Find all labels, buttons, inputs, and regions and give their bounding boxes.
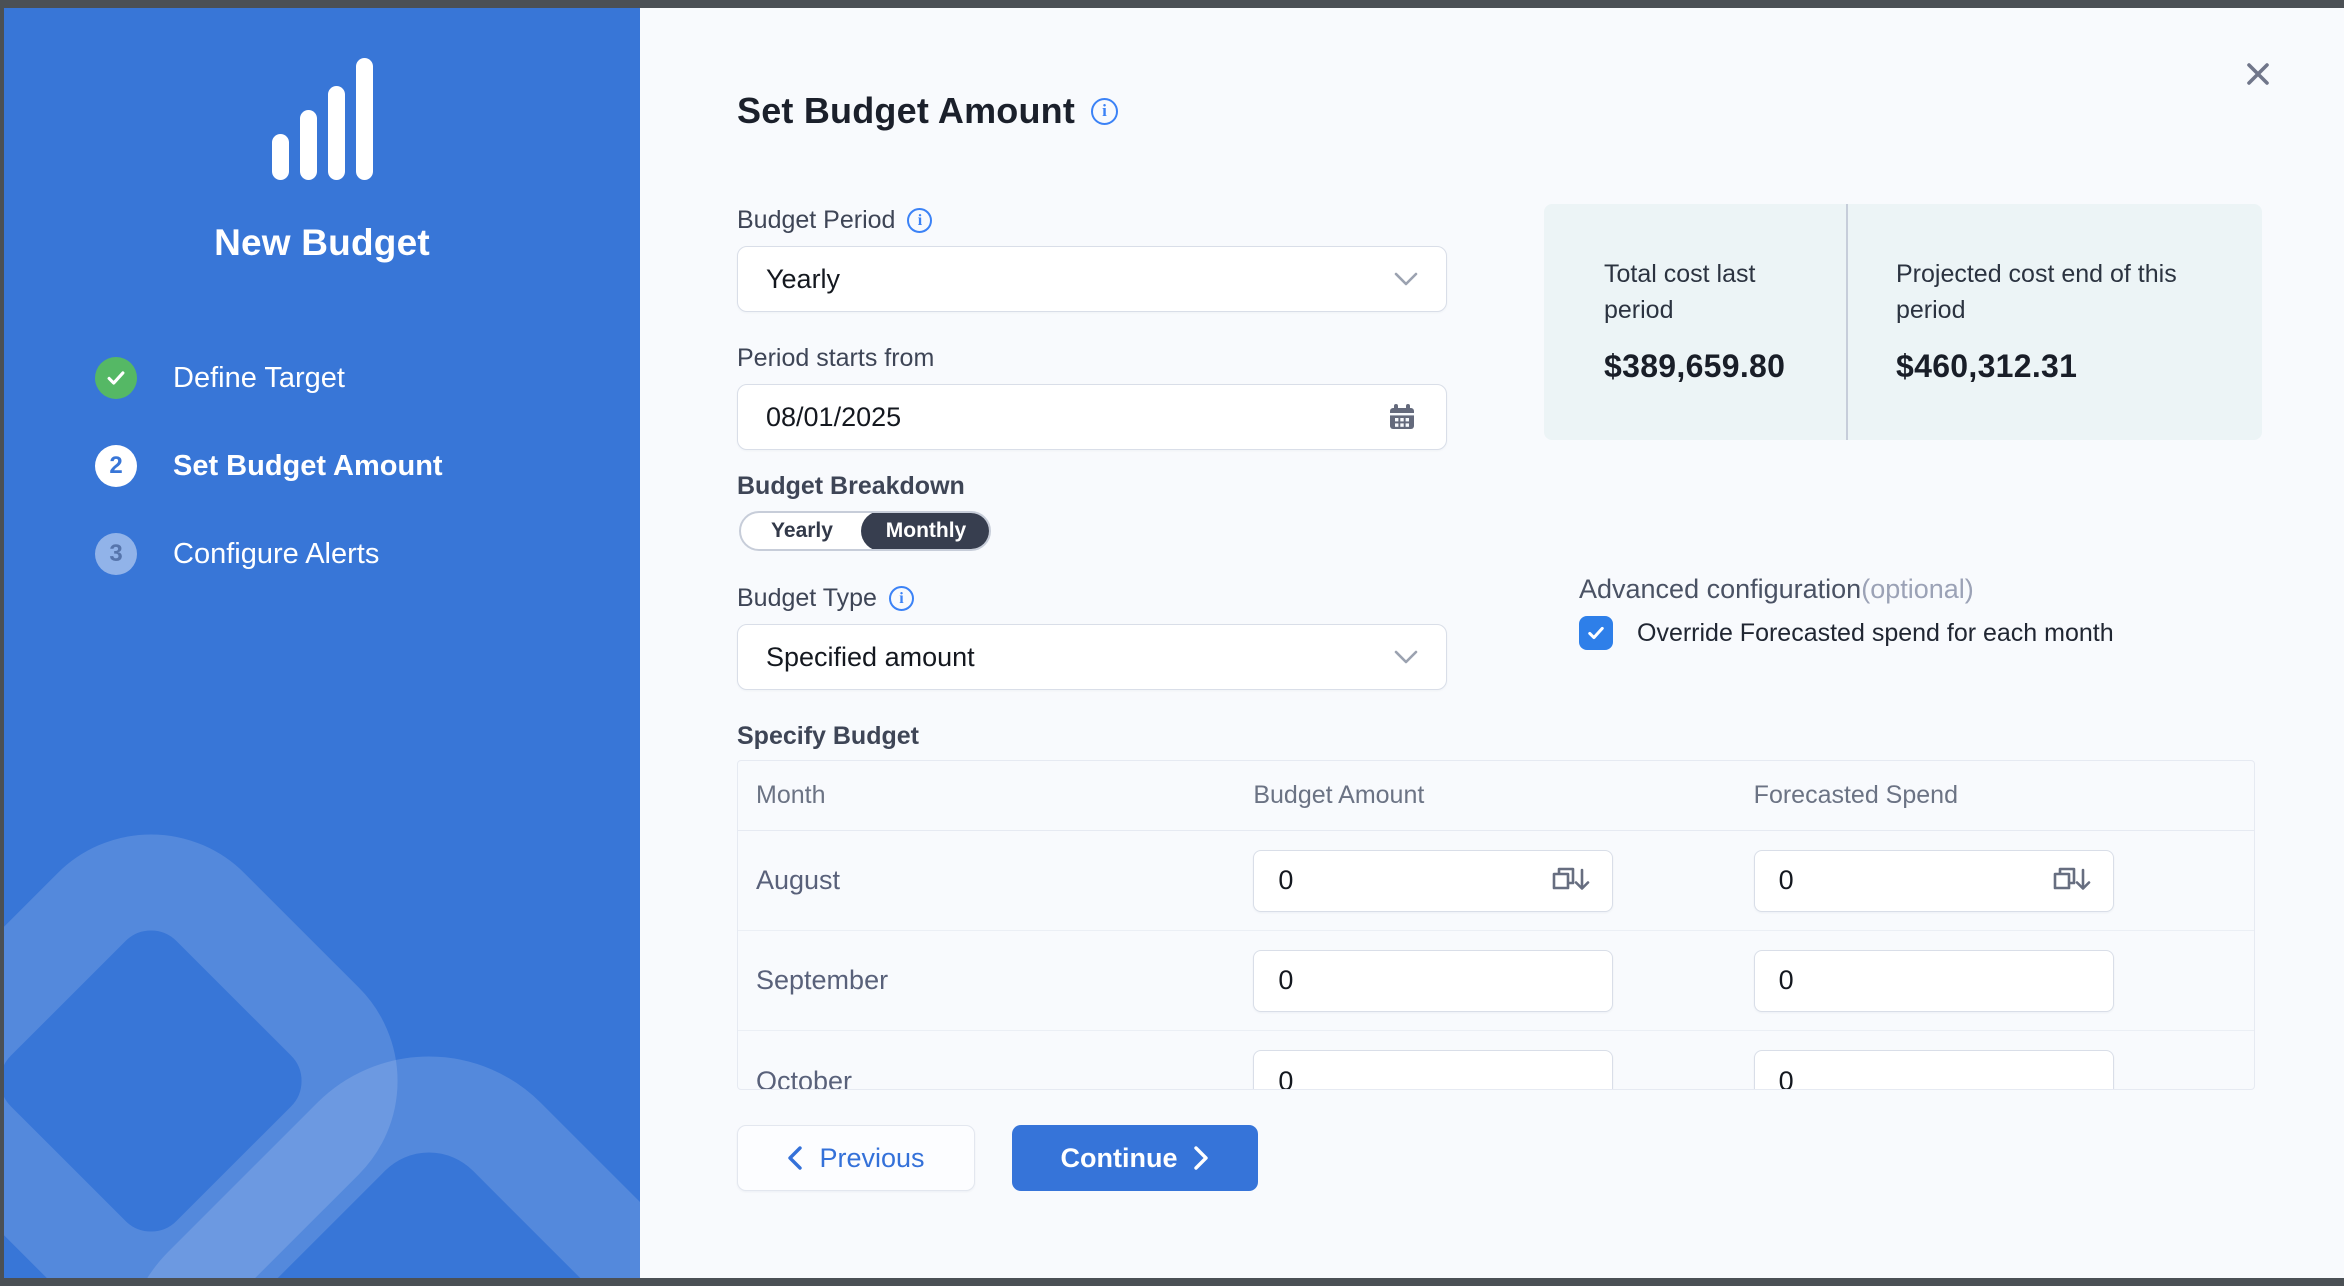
copy-down-icon[interactable] [2051,865,2093,897]
column-header-month: Month [738,781,1253,810]
toggle-option-yearly[interactable]: Yearly [741,513,863,549]
forecasted-spend-value: 0 [1779,865,1794,896]
page-title: Set Budget Amount [737,90,1075,132]
total-cost-value: $389,659.80 [1604,348,1846,385]
sidebar: New Budget Define Target 2 Set Budget Am… [4,8,640,1278]
step-set-budget-amount[interactable]: 2 Set Budget Amount [95,444,443,488]
budget-amount-value: 0 [1278,965,1293,996]
step-label: Define Target [173,362,345,395]
continue-button[interactable]: Continue [1012,1125,1258,1191]
budget-type-label: Budget Type i [737,584,914,613]
budget-amount-value: 0 [1278,865,1293,896]
budget-breakdown-label: Budget Breakdown [737,472,965,501]
optional-suffix: (optional) [1861,574,1974,604]
step-label: Set Budget Amount [173,450,443,483]
month-label: August [738,865,1253,896]
chevron-right-icon [1193,1146,1209,1170]
budget-period-select[interactable]: Yearly [737,246,1447,312]
info-icon[interactable]: i [907,208,932,233]
table-row: September 0 0 [738,931,2254,1031]
forecasted-spend-input[interactable]: 0 [1754,1050,2114,1090]
step-define-target[interactable]: Define Target [95,356,443,400]
bar-chart-logo-icon [4,68,640,180]
specify-budget-label: Specify Budget [737,722,919,751]
chevron-left-icon [787,1146,803,1170]
total-cost-label: Total cost last period [1604,256,1794,328]
forecasted-spend-value: 0 [1779,1066,1794,1091]
calendar-icon[interactable] [1386,401,1418,433]
table-header: Month Budget Amount Forecasted Spend [738,761,2254,831]
advanced-config-title: Advanced configuration(optional) [1579,574,1974,605]
budget-amount-value: 0 [1278,1066,1293,1091]
wizard-steps: Define Target 2 Set Budget Amount 3 Conf… [95,356,443,620]
info-icon[interactable]: i [1091,98,1118,125]
budget-type-value: Specified amount [766,642,975,673]
budget-period-label: Budget Period i [737,206,932,235]
step-configure-alerts[interactable]: 3 Configure Alerts [95,532,443,576]
wizard-title: New Budget [4,222,640,264]
projected-cost-label: Projected cost end of this period [1896,256,2206,328]
toggle-option-monthly[interactable]: Monthly [861,511,991,551]
budget-period-value: Yearly [766,264,840,295]
step-number-badge: 3 [95,533,137,575]
month-label: September [738,965,1253,996]
forecasted-spend-input[interactable]: 0 [1754,850,2114,912]
budget-breakdown-toggle: Yearly Monthly [739,511,991,551]
chevron-down-icon [1394,650,1418,664]
monthly-budget-table: Month Budget Amount Forecasted Spend Aug… [737,760,2255,1090]
override-forecast-checkbox[interactable] [1579,616,1613,650]
forecasted-spend-input[interactable]: 0 [1754,950,2114,1012]
new-budget-modal: New Budget Define Target 2 Set Budget Am… [4,8,2344,1278]
forecasted-spend-value: 0 [1779,965,1794,996]
info-icon[interactable]: i [889,586,914,611]
chevron-down-icon [1394,272,1418,286]
copy-down-icon[interactable] [1550,865,1592,897]
close-icon[interactable] [2236,52,2280,96]
main-content: Set Budget Amount i Budget Period i Year… [640,8,2344,1278]
check-circle-icon [95,357,137,399]
step-number-badge: 2 [95,445,137,487]
budget-type-select[interactable]: Specified amount [737,624,1447,690]
table-row: October 0 0 [738,1031,2254,1090]
budget-amount-input[interactable]: 0 [1253,950,1613,1012]
override-forecast-row: Override Forecasted spend for each month [1579,616,2114,650]
override-forecast-label: Override Forecasted spend for each month [1637,619,2114,648]
budget-amount-input[interactable]: 0 [1253,850,1613,912]
brand-watermark [4,798,640,1278]
previous-button[interactable]: Previous [737,1125,975,1191]
month-label: October [738,1066,1253,1091]
projected-cost-value: $460,312.31 [1896,348,2262,385]
period-starts-label: Period starts from [737,344,934,373]
column-header-forecast: Forecasted Spend [1754,781,2254,810]
period-starts-value: 08/01/2025 [766,402,901,433]
table-row: August 0 0 [738,831,2254,931]
step-label: Configure Alerts [173,538,379,571]
budget-amount-input[interactable]: 0 [1253,1050,1613,1090]
column-header-budget: Budget Amount [1253,781,1753,810]
cost-summary-panel: Total cost last period $389,659.80 Proje… [1544,204,2262,440]
period-starts-input[interactable]: 08/01/2025 [737,384,1447,450]
